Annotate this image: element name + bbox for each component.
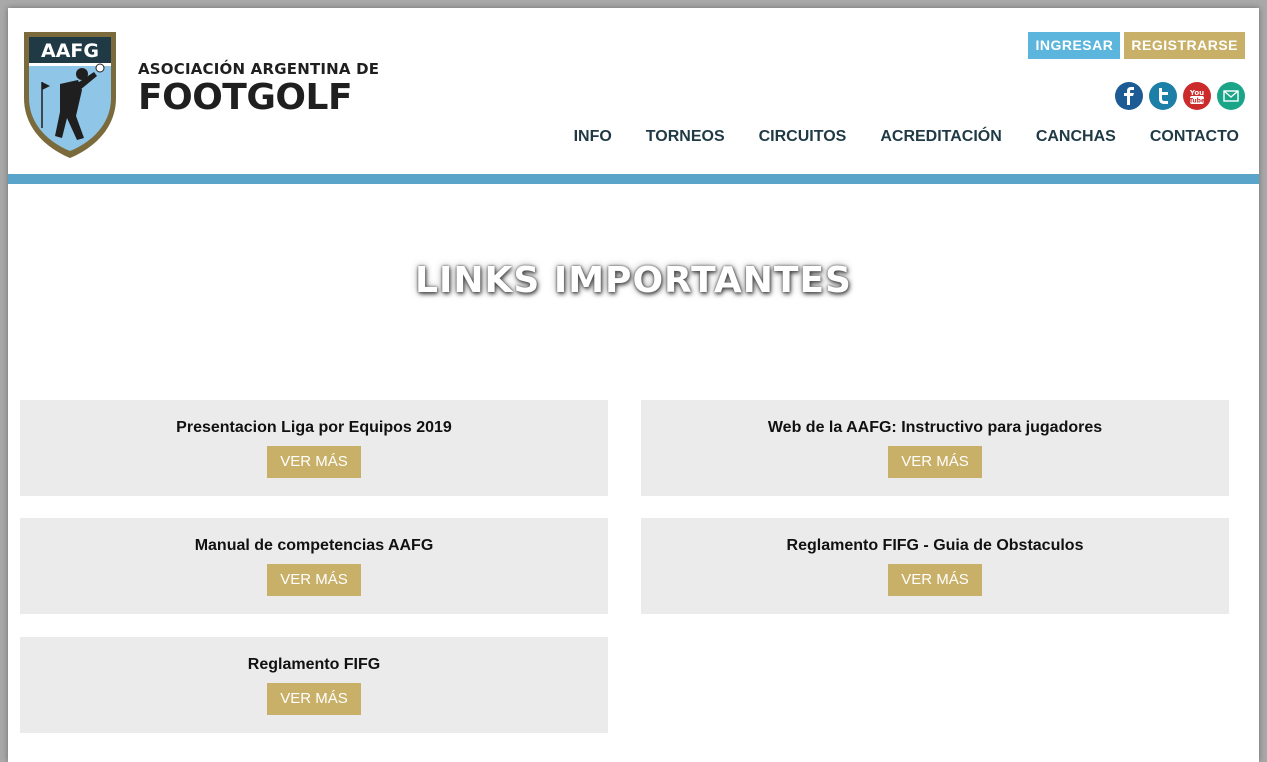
ver-mas-button[interactable]: VER MÁS [888,446,982,478]
nav-item-torneos[interactable]: TORNEOS [646,128,725,146]
login-button[interactable]: INGRESAR [1028,32,1121,59]
link-card-title: Manual de competencias AAFG [194,537,434,554]
register-button[interactable]: REGISTRARSE [1124,32,1245,59]
link-card: Web de la AAFG: Instructivo para jugador… [641,400,1229,496]
logo-abbr: AAFG [41,40,99,62]
social-links: You Tube [1115,82,1245,110]
facebook-icon[interactable] [1115,82,1143,110]
header-divider [8,174,1259,184]
brand-subtitle: ASOCIACIÓN ARGENTINA DE [138,60,380,78]
link-card: Manual de competencias AAFG VER MÁS [20,518,608,614]
nav-item-circuitos[interactable]: CIRCUITOS [759,128,847,146]
main-nav: INFO TORNEOS CIRCUITOS ACREDITACIÓN CANC… [574,128,1239,146]
ver-mas-button[interactable]: VER MÁS [267,564,361,596]
link-card-title: Web de la AAFG: Instructivo para jugador… [767,419,1103,436]
link-card: Reglamento FIFG - Guia de Obstaculos VER… [641,518,1229,614]
auth-buttons: INGRESAR REGISTRARSE [1028,32,1245,59]
link-card-title: Reglamento FIFG - Guia de Obstaculos [786,537,1084,554]
youtube-icon[interactable]: You Tube [1183,82,1211,110]
svg-text:Tube: Tube [1189,98,1205,105]
ver-mas-button[interactable]: VER MÁS [267,446,361,478]
brand-wordmark[interactable]: ASOCIACIÓN ARGENTINA DE FOOTGOLF [138,60,379,118]
mail-icon[interactable] [1217,82,1245,110]
link-card-title: Reglamento FIFG [247,656,381,673]
ver-mas-button[interactable]: VER MÁS [267,683,361,715]
link-card-title: Presentacion Liga por Equipos 2019 [176,419,452,436]
link-card: Presentacion Liga por Equipos 2019 VER M… [20,400,608,496]
svg-text:You: You [1189,89,1204,97]
nav-item-contacto[interactable]: CONTACTO [1150,128,1239,146]
brand-title: FOOTGOLF [138,77,353,118]
twitter-icon[interactable] [1149,82,1177,110]
nav-item-acreditacion[interactable]: ACREDITACIÓN [880,128,1001,146]
nav-item-canchas[interactable]: CANCHAS [1036,128,1116,146]
aafg-logo-shield[interactable]: AAFG [20,28,120,162]
ver-mas-button[interactable]: VER MÁS [888,564,982,596]
page-title: LINKS IMPORTANTES [415,260,852,301]
site-header: AAFG ASOCIACIÓN ARGENTINA DE FOOTGOLF IN… [8,8,1259,174]
page-frame: AAFG ASOCIACIÓN ARGENTINA DE FOOTGOLF IN… [8,8,1259,762]
nav-item-info[interactable]: INFO [574,128,612,146]
link-card: Reglamento FIFG VER MÁS [20,637,608,733]
